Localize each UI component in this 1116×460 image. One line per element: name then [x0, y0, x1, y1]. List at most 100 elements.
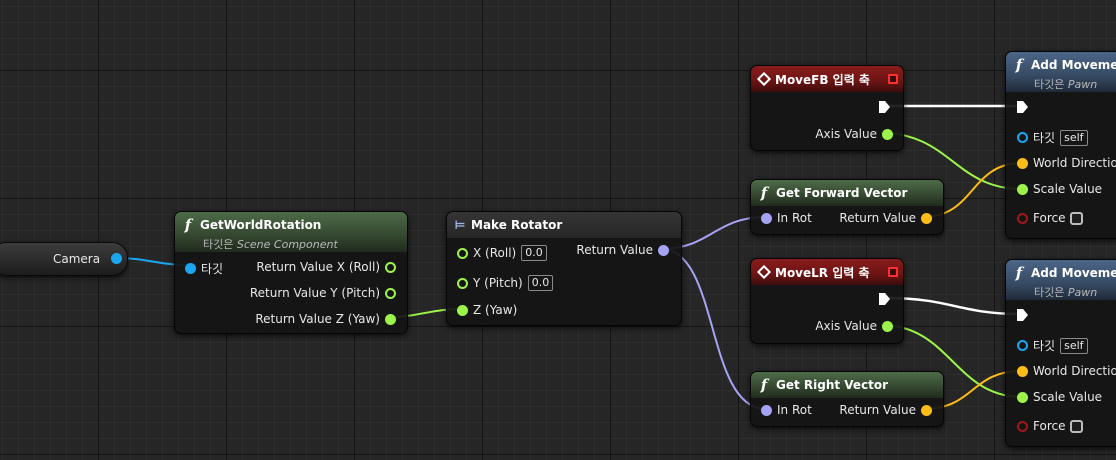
world-direction-row: World Direction	[1017, 156, 1116, 170]
exec-out-pin[interactable]	[879, 101, 890, 113]
node-title: Get Forward Vector	[776, 186, 908, 200]
exec-in-pin[interactable]	[1017, 101, 1028, 113]
x-roll-row: X (Roll) 0.0	[457, 245, 547, 261]
in-rot-pin[interactable]	[761, 404, 772, 416]
world-direction-pin[interactable]	[1017, 365, 1028, 377]
x-roll-pin[interactable]	[457, 247, 468, 259]
forward-return-row: Return Value	[839, 211, 932, 225]
target-class: Scene Component	[236, 238, 338, 251]
node-title: Add Movemen	[1031, 58, 1116, 72]
rotator-return-row: Return Value	[576, 243, 669, 257]
world-direction-label: World Direction	[1033, 156, 1116, 170]
movefb-axis-event-node[interactable]: MoveFB 입력 축 Axis Value	[750, 65, 904, 151]
make-rotator-node[interactable]: ⊨ Make Rotator X (Roll) 0.0 Y (Pitch) 0.…	[446, 211, 682, 326]
node-title: Get Right Vector	[776, 378, 889, 392]
camera-variable-node[interactable]: Camera	[0, 242, 128, 276]
target-prefix: 타깃은	[1034, 286, 1065, 299]
y-pitch-label: Y (Pitch)	[473, 276, 523, 290]
forward-return-pin[interactable]	[921, 212, 932, 224]
target-row: 타깃 self	[1017, 129, 1088, 146]
return-x-pin[interactable]	[385, 261, 396, 273]
force-row: Force	[1017, 419, 1084, 433]
axis-value-label: Axis Value	[815, 319, 877, 333]
axis-value-pin[interactable]	[882, 320, 893, 332]
add-movement-input-node-1[interactable]: f Add Movemen 타깃은 Pawn 타깃 self World Dir…	[1005, 51, 1116, 239]
target-label: 타깃	[1033, 339, 1056, 353]
target-input-row: 타깃	[185, 260, 223, 277]
world-direction-label: World Direction	[1033, 364, 1116, 378]
get-forward-vector-header: f Get Forward Vector	[751, 180, 943, 206]
node-title: Add Movemen	[1031, 266, 1116, 280]
target-input-pin[interactable]	[185, 263, 196, 274]
x-roll-value-field[interactable]: 0.0	[521, 245, 547, 261]
force-label: Force	[1033, 419, 1066, 433]
function-icon: f	[760, 376, 768, 394]
wire-exec-lr	[885, 296, 1021, 316]
add-movement-input-node-2[interactable]: f Add Movemen 타깃은 Pawn 타깃 self World Dir…	[1005, 259, 1116, 447]
return-x-label: Return Value X (Roll)	[256, 260, 380, 274]
right-return-label: Return Value	[839, 403, 916, 417]
target-self-field[interactable]: self	[1060, 337, 1088, 354]
movelr-axis-event-node[interactable]: MoveLR 입력 축 Axis Value	[750, 258, 904, 344]
in-rot-label: In Rot	[777, 403, 812, 417]
get-right-vector-node[interactable]: f Get Right Vector In Rot Return Value	[750, 371, 944, 427]
return-z-row: Return Value Z (Yaw)	[255, 312, 396, 326]
axis-value-row: Axis Value	[815, 319, 893, 333]
force-pin[interactable]	[1017, 212, 1028, 224]
axis-value-pin[interactable]	[882, 128, 893, 140]
return-z-label: Return Value Z (Yaw)	[255, 312, 380, 326]
y-pitch-value-field[interactable]: 0.0	[527, 275, 554, 291]
target-pin[interactable]	[1017, 340, 1028, 351]
make-struct-icon: ⊨	[454, 218, 466, 232]
delegate-pin-icon[interactable]	[888, 267, 898, 277]
forward-return-label: Return Value	[839, 211, 916, 225]
scale-value-row: Scale Value	[1017, 390, 1102, 404]
scale-value-label: Scale Value	[1033, 182, 1103, 196]
axis-value-row: Axis Value	[815, 127, 893, 141]
get-world-rotation-header: f GetWorldRotation 타깃은 Scene Component	[175, 212, 407, 252]
return-y-row: Return Value Y (Pitch)	[250, 286, 396, 300]
in-rot-label: In Rot	[777, 211, 812, 225]
right-return-pin[interactable]	[921, 404, 932, 416]
function-icon: f	[760, 184, 768, 202]
function-icon: f	[1015, 56, 1023, 74]
force-checkbox[interactable]	[1070, 211, 1084, 225]
function-icon: f	[184, 216, 192, 234]
movefb-header: MoveFB 입력 축	[751, 66, 903, 92]
target-pin[interactable]	[1017, 132, 1028, 143]
world-direction-pin[interactable]	[1017, 157, 1028, 169]
rotator-return-pin[interactable]	[658, 244, 669, 256]
right-return-row: Return Value	[839, 403, 932, 417]
target-self-field[interactable]: self	[1060, 129, 1088, 146]
return-y-pin[interactable]	[385, 287, 396, 299]
target-class: Pawn	[1067, 286, 1098, 299]
exec-in-pin[interactable]	[1017, 309, 1028, 321]
camera-label: Camera	[53, 252, 101, 266]
force-pin[interactable]	[1017, 420, 1028, 432]
target-label: 타깃	[1033, 131, 1056, 145]
node-title: Make Rotator	[471, 218, 563, 232]
in-rot-row: In Rot	[761, 403, 812, 417]
exec-out-pin[interactable]	[879, 293, 890, 305]
return-z-pin[interactable]	[385, 313, 396, 325]
in-rot-pin[interactable]	[761, 212, 772, 224]
delegate-pin-icon[interactable]	[888, 74, 898, 84]
target-input-label: 타깃	[201, 262, 224, 276]
force-checkbox[interactable]	[1070, 419, 1084, 433]
add-movement-header-1: f Add Movemen 타깃은 Pawn	[1006, 52, 1116, 92]
scale-value-pin[interactable]	[1017, 391, 1028, 403]
node-title: MoveFB 입력 축	[775, 72, 870, 87]
z-yaw-pin[interactable]	[457, 304, 468, 316]
in-rot-row: In Rot	[761, 211, 812, 225]
node-title: GetWorldRotation	[200, 218, 322, 232]
world-direction-row: World Direction	[1017, 364, 1116, 378]
y-pitch-pin[interactable]	[457, 277, 468, 289]
z-yaw-row: Z (Yaw)	[457, 303, 517, 317]
camera-output-pin[interactable]	[111, 253, 122, 264]
scale-value-pin[interactable]	[1017, 183, 1028, 195]
get-forward-vector-node[interactable]: f Get Forward Vector In Rot Return Value	[750, 179, 944, 235]
target-prefix: 타깃은	[1034, 78, 1065, 91]
target-class: Pawn	[1067, 78, 1098, 91]
scale-value-row: Scale Value	[1017, 182, 1102, 196]
get-world-rotation-node[interactable]: f GetWorldRotation 타깃은 Scene Component 타…	[174, 211, 408, 334]
